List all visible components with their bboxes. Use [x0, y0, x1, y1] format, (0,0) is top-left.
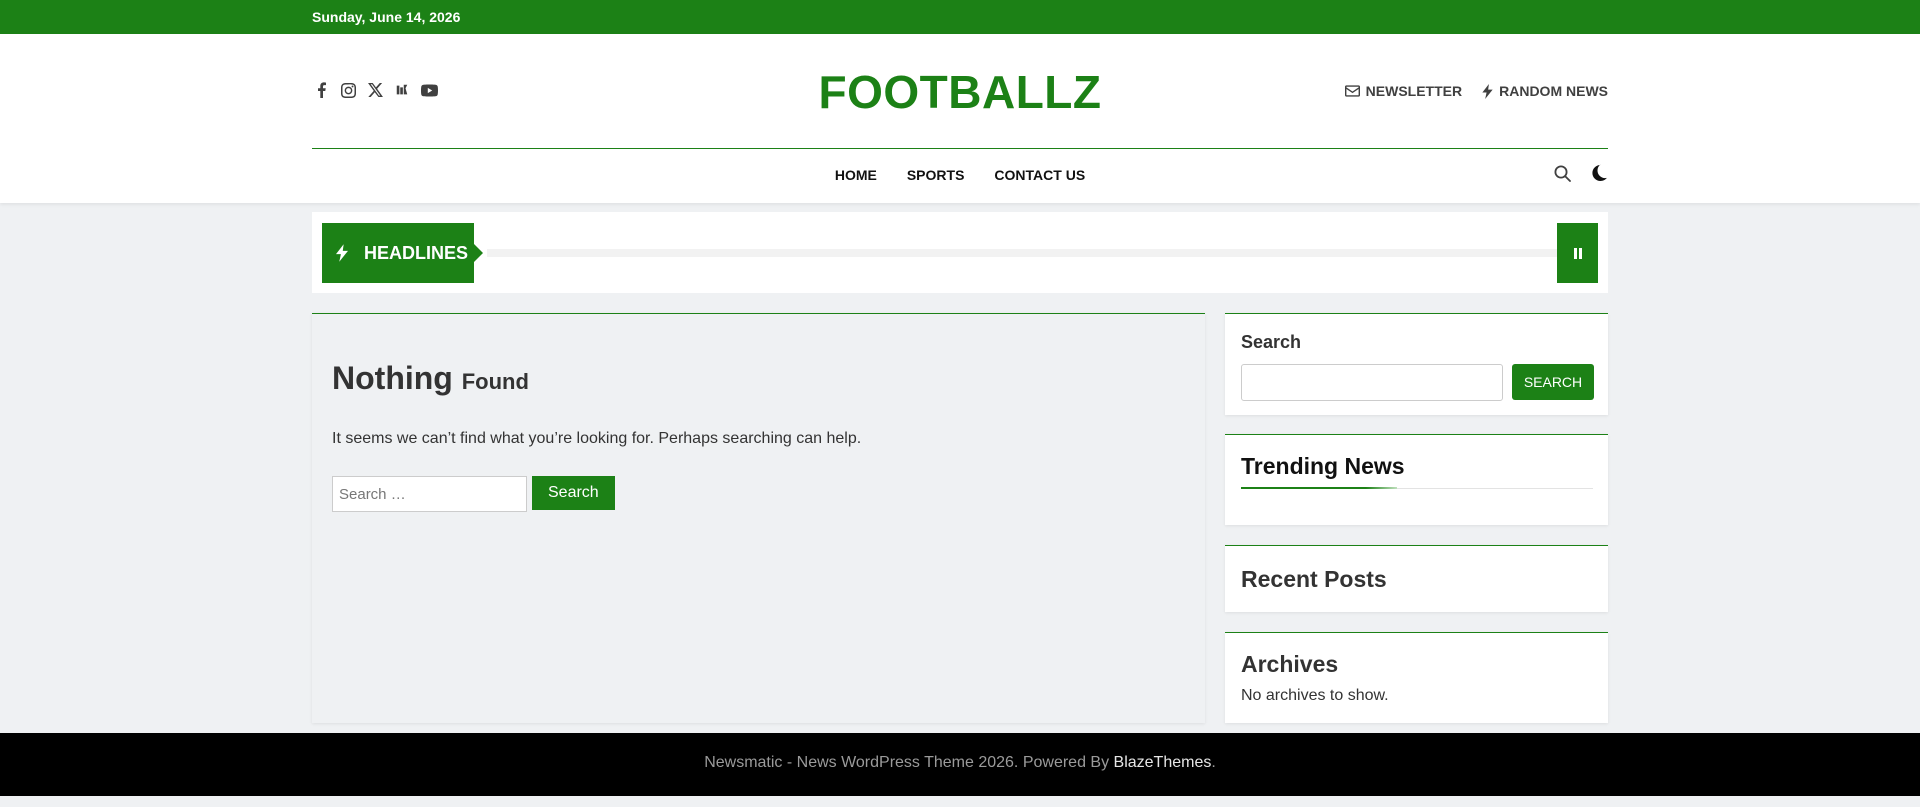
archives-widget: Archives No archives to show. [1225, 632, 1608, 723]
nav-tools [1554, 164, 1608, 187]
sidebar-search-input[interactable] [1241, 364, 1503, 401]
header-divider [312, 148, 1608, 149]
page-title: Nothing Found [332, 360, 529, 397]
footer-credit: Newsmatic - News WordPress Theme 2026. P… [704, 754, 1114, 771]
site-header: FOOTBALLZ NEWSLETTER RANDOM NEWS HOME SP… [0, 34, 1920, 203]
ticker-track [487, 249, 1567, 257]
random-news-link[interactable]: RANDOM NEWS [1482, 83, 1608, 99]
archives-title: Archives [1241, 651, 1339, 677]
not-found-message: It seems we can’t find what you’re looki… [332, 430, 862, 447]
random-news-label: RANDOM NEWS [1499, 83, 1608, 99]
content-search-input[interactable] [332, 476, 527, 512]
content-search-form: Search [332, 476, 615, 512]
recent-posts-title: Recent Posts [1241, 566, 1387, 592]
bolt-icon [1482, 83, 1493, 99]
nav-item-contact-us[interactable]: CONTACT US [994, 167, 1085, 183]
sidebar-search-title: Search [1241, 332, 1302, 352]
footer-suffix: . [1211, 754, 1216, 771]
dark-mode-moon-icon[interactable] [1590, 164, 1608, 187]
newsletter-link[interactable]: NEWSLETTER [1344, 83, 1463, 99]
sidebar-search-button[interactable]: SEARCH [1512, 364, 1594, 400]
header-links: NEWSLETTER RANDOM NEWS [1344, 83, 1608, 99]
headlines-label: HEADLINES [364, 242, 469, 263]
content-search-button[interactable]: Search [532, 476, 615, 510]
site-logo[interactable]: FOOTBALLZ [0, 65, 1920, 119]
envelope-icon [1344, 85, 1360, 97]
page-title-main: Nothing [332, 360, 453, 396]
top-bar: Sunday, June 14, 2026 [0, 0, 1920, 34]
trending-news-title: Trending News [1241, 453, 1405, 479]
nav-item-sports[interactable]: SPORTS [907, 167, 965, 183]
ticker-pause-button[interactable] [1557, 223, 1598, 283]
headlines-ticker: HEADLINES [312, 212, 1608, 293]
headlines-label-box: HEADLINES [322, 223, 483, 283]
main-navigation: HOME SPORTS CONTACT US [0, 167, 1920, 183]
trending-divider-accent [1241, 487, 1397, 489]
recent-posts-widget: Recent Posts [1225, 545, 1608, 612]
archives-empty-text: No archives to show. [1241, 687, 1389, 704]
nav-item-home[interactable]: HOME [835, 167, 877, 183]
sidebar-search-widget: Search SEARCH [1225, 313, 1608, 415]
main-content: Nothing Found It seems we can’t find wha… [312, 313, 1205, 723]
trending-news-widget: Trending News [1225, 434, 1608, 525]
bolt-icon [336, 244, 348, 262]
pause-icon [1573, 247, 1582, 259]
site-footer: Newsmatic - News WordPress Theme 2026. P… [0, 733, 1920, 796]
footer-brand-link[interactable]: BlazeThemes [1114, 754, 1212, 771]
current-date: Sunday, June 14, 2026 [312, 9, 461, 25]
search-icon[interactable] [1554, 165, 1571, 187]
newsletter-label: NEWSLETTER [1365, 83, 1463, 99]
page-title-suffix: Found [461, 369, 529, 394]
